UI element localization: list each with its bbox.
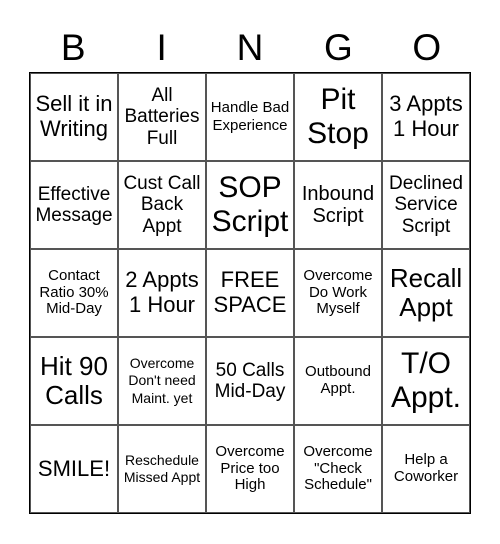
bingo-cell[interactable]: SMILE!: [30, 425, 118, 513]
bingo-cell[interactable]: All Batteries Full: [118, 73, 206, 161]
bingo-cell[interactable]: Overcome Do Work Myself: [294, 249, 382, 337]
header-letter-g: G: [324, 27, 353, 68]
bingo-cell[interactable]: Declined Service Script: [382, 161, 470, 249]
bingo-board: Sell it in Writing All Batteries Full Ha…: [29, 72, 471, 514]
bingo-cell[interactable]: Effective Message: [30, 161, 118, 249]
bingo-cell[interactable]: 3 Appts 1 Hour: [382, 73, 470, 161]
bingo-cell[interactable]: Inbound Script: [294, 161, 382, 249]
bingo-cell[interactable]: Overcome "Check Schedule": [294, 425, 382, 513]
bingo-cell[interactable]: 2 Appts 1 Hour: [118, 249, 206, 337]
bingo-cell[interactable]: Overcome Don't need Maint. yet: [118, 337, 206, 425]
header-letter-n: N: [236, 27, 264, 68]
bingo-cell[interactable]: Pit Stop: [294, 73, 382, 161]
header-letter-b: B: [60, 27, 86, 68]
bingo-cell[interactable]: Handle Bad Experience: [206, 73, 294, 161]
bingo-cell[interactable]: Outbound Appt.: [294, 337, 382, 425]
bingo-cell[interactable]: Recall Appt: [382, 249, 470, 337]
bingo-cell[interactable]: Overcome Price too High: [206, 425, 294, 513]
bingo-cell[interactable]: 50 Calls Mid-Day: [206, 337, 294, 425]
bingo-cell[interactable]: Help a Coworker: [382, 425, 470, 513]
bingo-cell[interactable]: Cust Call Back Appt: [118, 161, 206, 249]
bingo-cell[interactable]: T/O Appt.: [382, 337, 470, 425]
bingo-cell[interactable]: Contact Ratio 30% Mid-Day: [30, 249, 118, 337]
free-space-cell[interactable]: FREE SPACE: [206, 249, 294, 337]
header-letter-i: I: [156, 27, 167, 68]
header-letter-o: O: [412, 27, 442, 68]
bingo-cell[interactable]: SOP Script: [206, 161, 294, 249]
bingo-cell[interactable]: Reschedule Missed Appt: [118, 425, 206, 513]
bingo-cell[interactable]: Hit 90 Calls: [30, 337, 118, 425]
bingo-header: B I N G O: [29, 24, 471, 72]
bingo-cell[interactable]: Sell it in Writing: [30, 73, 118, 161]
